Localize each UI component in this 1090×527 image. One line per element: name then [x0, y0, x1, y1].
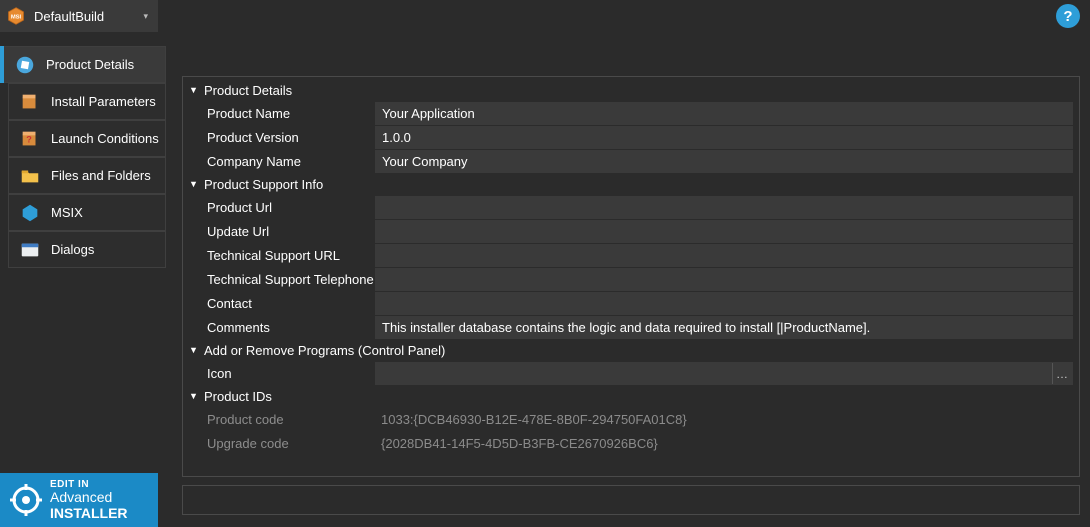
section-header-product-details[interactable]: Product Details [183, 79, 1079, 101]
section-title: Product IDs [204, 389, 272, 404]
sidebar-item-dialogs[interactable]: Dialogs [8, 231, 166, 268]
sidebar-item-label: MSIX [51, 205, 83, 220]
prop-label-product-version: Product Version [189, 126, 375, 149]
msi-icon: MSI [6, 6, 26, 26]
prop-value-product-code: 1033:{DCB46930-B12E-478E-8B0F-294750FA01… [375, 408, 1073, 431]
section-header-arp[interactable]: Add or Remove Programs (Control Panel) [183, 339, 1079, 361]
sidebar-item-label: Install Parameters [51, 94, 156, 109]
sidebar-item-label: Launch Conditions [51, 131, 159, 146]
prop-value-icon[interactable]: … [375, 362, 1073, 385]
sidebar-item-launch-conditions[interactable]: ? Launch Conditions [8, 120, 166, 157]
edit-in-line3: INSTALLER [50, 506, 128, 521]
sidebar-item-product-details[interactable]: Product Details [4, 46, 166, 83]
section-header-support-info[interactable]: Product Support Info [183, 173, 1079, 195]
prop-label-product-code: Product code [189, 408, 375, 431]
prop-value-product-version[interactable]: 1.0.0 [375, 126, 1073, 149]
prop-value-support-tel[interactable] [375, 268, 1073, 291]
prop-label-icon: Icon [189, 362, 375, 385]
prop-value-product-url[interactable] [375, 196, 1073, 219]
advanced-installer-icon [10, 484, 42, 516]
prop-label-support-url: Technical Support URL [189, 244, 375, 267]
prop-value-contact[interactable] [375, 292, 1073, 315]
section-title: Product Details [204, 83, 292, 98]
edit-in-advanced-installer-button[interactable]: EDIT IN Advanced INSTALLER [0, 473, 158, 527]
prop-label-product-name: Product Name [189, 102, 375, 125]
build-label: DefaultBuild [34, 9, 104, 24]
prop-label-update-url: Update Url [189, 220, 375, 243]
sidebar-item-install-parameters[interactable]: Install Parameters [8, 83, 166, 120]
prop-label-comments: Comments [189, 316, 375, 339]
prop-value-support-url[interactable] [375, 244, 1073, 267]
prop-label-upgrade-code: Upgrade code [189, 432, 375, 455]
edit-in-line2: Advanced [50, 490, 128, 505]
prop-value-product-name[interactable]: Your Application [375, 102, 1073, 125]
svg-text:?: ? [26, 134, 32, 144]
files-folders-icon [19, 165, 41, 187]
prop-value-company-name[interactable]: Your Company [375, 150, 1073, 173]
collapse-icon [189, 86, 198, 95]
prop-label-support-tel: Technical Support Telephone [189, 268, 375, 291]
property-grid: Product Details Product Name Your Applic… [182, 76, 1080, 477]
prop-value-update-url[interactable] [375, 220, 1073, 243]
sidebar-item-label: Files and Folders [51, 168, 151, 183]
sidebar-item-files-and-folders[interactable]: Files and Folders [8, 157, 166, 194]
prop-value-comments[interactable]: This installer database contains the log… [375, 316, 1073, 339]
section-title: Add or Remove Programs (Control Panel) [204, 343, 445, 358]
launch-conditions-icon: ? [19, 128, 41, 150]
help-icon: ? [1063, 8, 1072, 25]
chevron-down-icon: ▾ [143, 11, 148, 22]
description-panel [182, 485, 1080, 515]
svg-text:MSI: MSI [11, 15, 22, 21]
sidebar-item-msix[interactable]: MSIX [8, 194, 166, 231]
icon-browse-button[interactable]: … [1052, 363, 1072, 384]
prop-value-upgrade-code: {2028DB41-14F5-4D5D-B3FB-CE2670926BC6} [375, 432, 1073, 455]
msix-icon [19, 202, 41, 224]
help-button[interactable]: ? [1056, 4, 1080, 28]
collapse-icon [189, 180, 198, 189]
sidebar-item-label: Dialogs [51, 242, 94, 257]
active-indicator [0, 46, 4, 83]
dialogs-icon [19, 239, 41, 261]
prop-label-product-url: Product Url [189, 196, 375, 219]
collapse-icon [189, 392, 198, 401]
collapse-icon [189, 346, 198, 355]
sidebar-item-label: Product Details [46, 57, 134, 72]
section-header-product-ids[interactable]: Product IDs [183, 385, 1079, 407]
install-parameters-icon [19, 91, 41, 113]
build-selector[interactable]: MSI DefaultBuild ▾ [0, 0, 158, 32]
product-details-icon [14, 54, 36, 76]
section-title: Product Support Info [204, 177, 323, 192]
prop-label-company-name: Company Name [189, 150, 375, 173]
prop-label-contact: Contact [189, 292, 375, 315]
